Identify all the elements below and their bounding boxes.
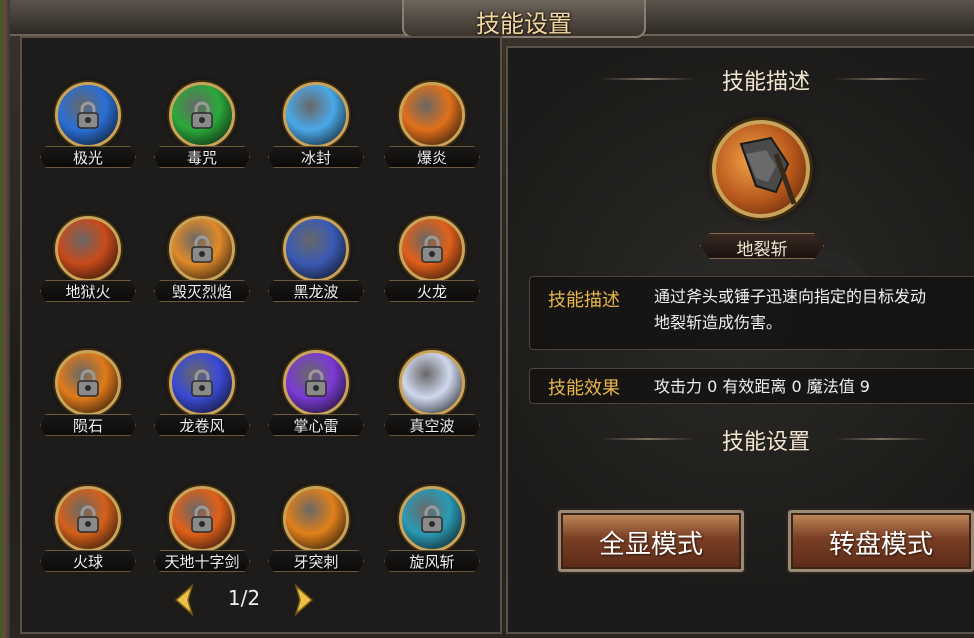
window-title: 技能设置 [476,10,572,38]
skill-slot[interactable]: 爆炎 [384,82,480,174]
detail-header: 技能描述 [721,70,810,95]
skill-name: 掌心雷 [293,417,339,435]
skill-slot[interactable]: 掌心雷 [268,350,364,442]
skill-name: 爆炎 [416,149,447,167]
effect-values: 攻击力 0 有效距离 0 魔法值 9 [654,377,870,396]
full-display-mode-label: 全显模式 [598,530,703,560]
skill-icon [399,350,465,416]
skill-name: 冰封 [300,149,331,167]
skill-slot[interactable]: 冰封 [268,82,364,174]
description-line-1: 通过斧头或锤子迅速向指定的目标发动 [654,287,927,306]
skill-slot[interactable]: 火龙 [384,216,480,308]
settings-header: 技能设置 [721,430,810,455]
lock-icon [191,505,213,533]
skill-icon [399,82,465,148]
skill-slot[interactable]: 旋风斩 [384,486,480,578]
skill-name: 极光 [72,149,103,167]
skill-slot[interactable]: 极光 [40,82,136,174]
skill-name: 陨石 [72,417,103,435]
description-line-2: 地裂斩造成伤害。 [654,313,783,332]
skill-icon [283,216,349,282]
lock-icon [77,101,99,129]
selected-skill-name: 地裂斩 [736,240,788,260]
header-divider [834,78,930,80]
skill-slot[interactable]: 火球 [40,486,136,578]
page-indicator: 1/2 [227,586,261,610]
skill-name: 龙卷风 [179,417,225,435]
lock-icon [77,505,99,533]
skill-slot[interactable]: 真空波 [384,350,480,442]
skill-slot[interactable]: 龙卷风 [154,350,250,442]
skill-name: 真空波 [409,417,455,435]
skill-name: 火球 [72,553,103,571]
skill-icon [55,216,121,282]
header-divider [600,438,696,440]
skill-slot[interactable]: 地狱火 [40,216,136,308]
lock-icon [191,101,213,129]
skill-slot[interactable]: 天地十字剑 [154,486,250,578]
skill-name: 旋风斩 [409,553,455,571]
skill-name: 天地十字剑 [164,553,240,571]
header-divider [600,78,696,80]
skill-slot[interactable]: 毒咒 [154,82,250,174]
lock-icon [421,235,443,263]
skill-name: 火龙 [416,283,447,301]
effect-label: 技能效果 [548,378,620,399]
skill-name: 黑龙波 [293,283,339,301]
lock-icon [305,369,327,397]
header-divider [834,438,930,440]
next-page-arrow-icon[interactable] [292,584,316,616]
lock-icon [191,369,213,397]
lock-icon [421,505,443,533]
skill-name: 毁灭烈焰 [171,283,232,301]
skill-name: 毒咒 [186,149,217,167]
skill-slot[interactable]: 牙突刺 [268,486,364,578]
skill-icon [283,486,349,552]
lock-icon [77,369,99,397]
skill-slot[interactable]: 黑龙波 [268,216,364,308]
skill-name: 地狱火 [65,283,111,301]
selected-skill-icon [712,120,810,218]
skill-slot[interactable]: 毁灭烈焰 [154,216,250,308]
skill-slot[interactable]: 陨石 [40,350,136,442]
skill-icon [283,82,349,148]
description-label: 技能描述 [548,290,620,311]
lock-icon [191,235,213,263]
skill-name: 牙突刺 [293,553,339,571]
axe-icon [739,136,797,205]
wheel-mode-label: 转盘模式 [828,530,933,560]
prev-page-arrow-icon[interactable] [172,584,196,616]
background-edge [0,0,10,638]
